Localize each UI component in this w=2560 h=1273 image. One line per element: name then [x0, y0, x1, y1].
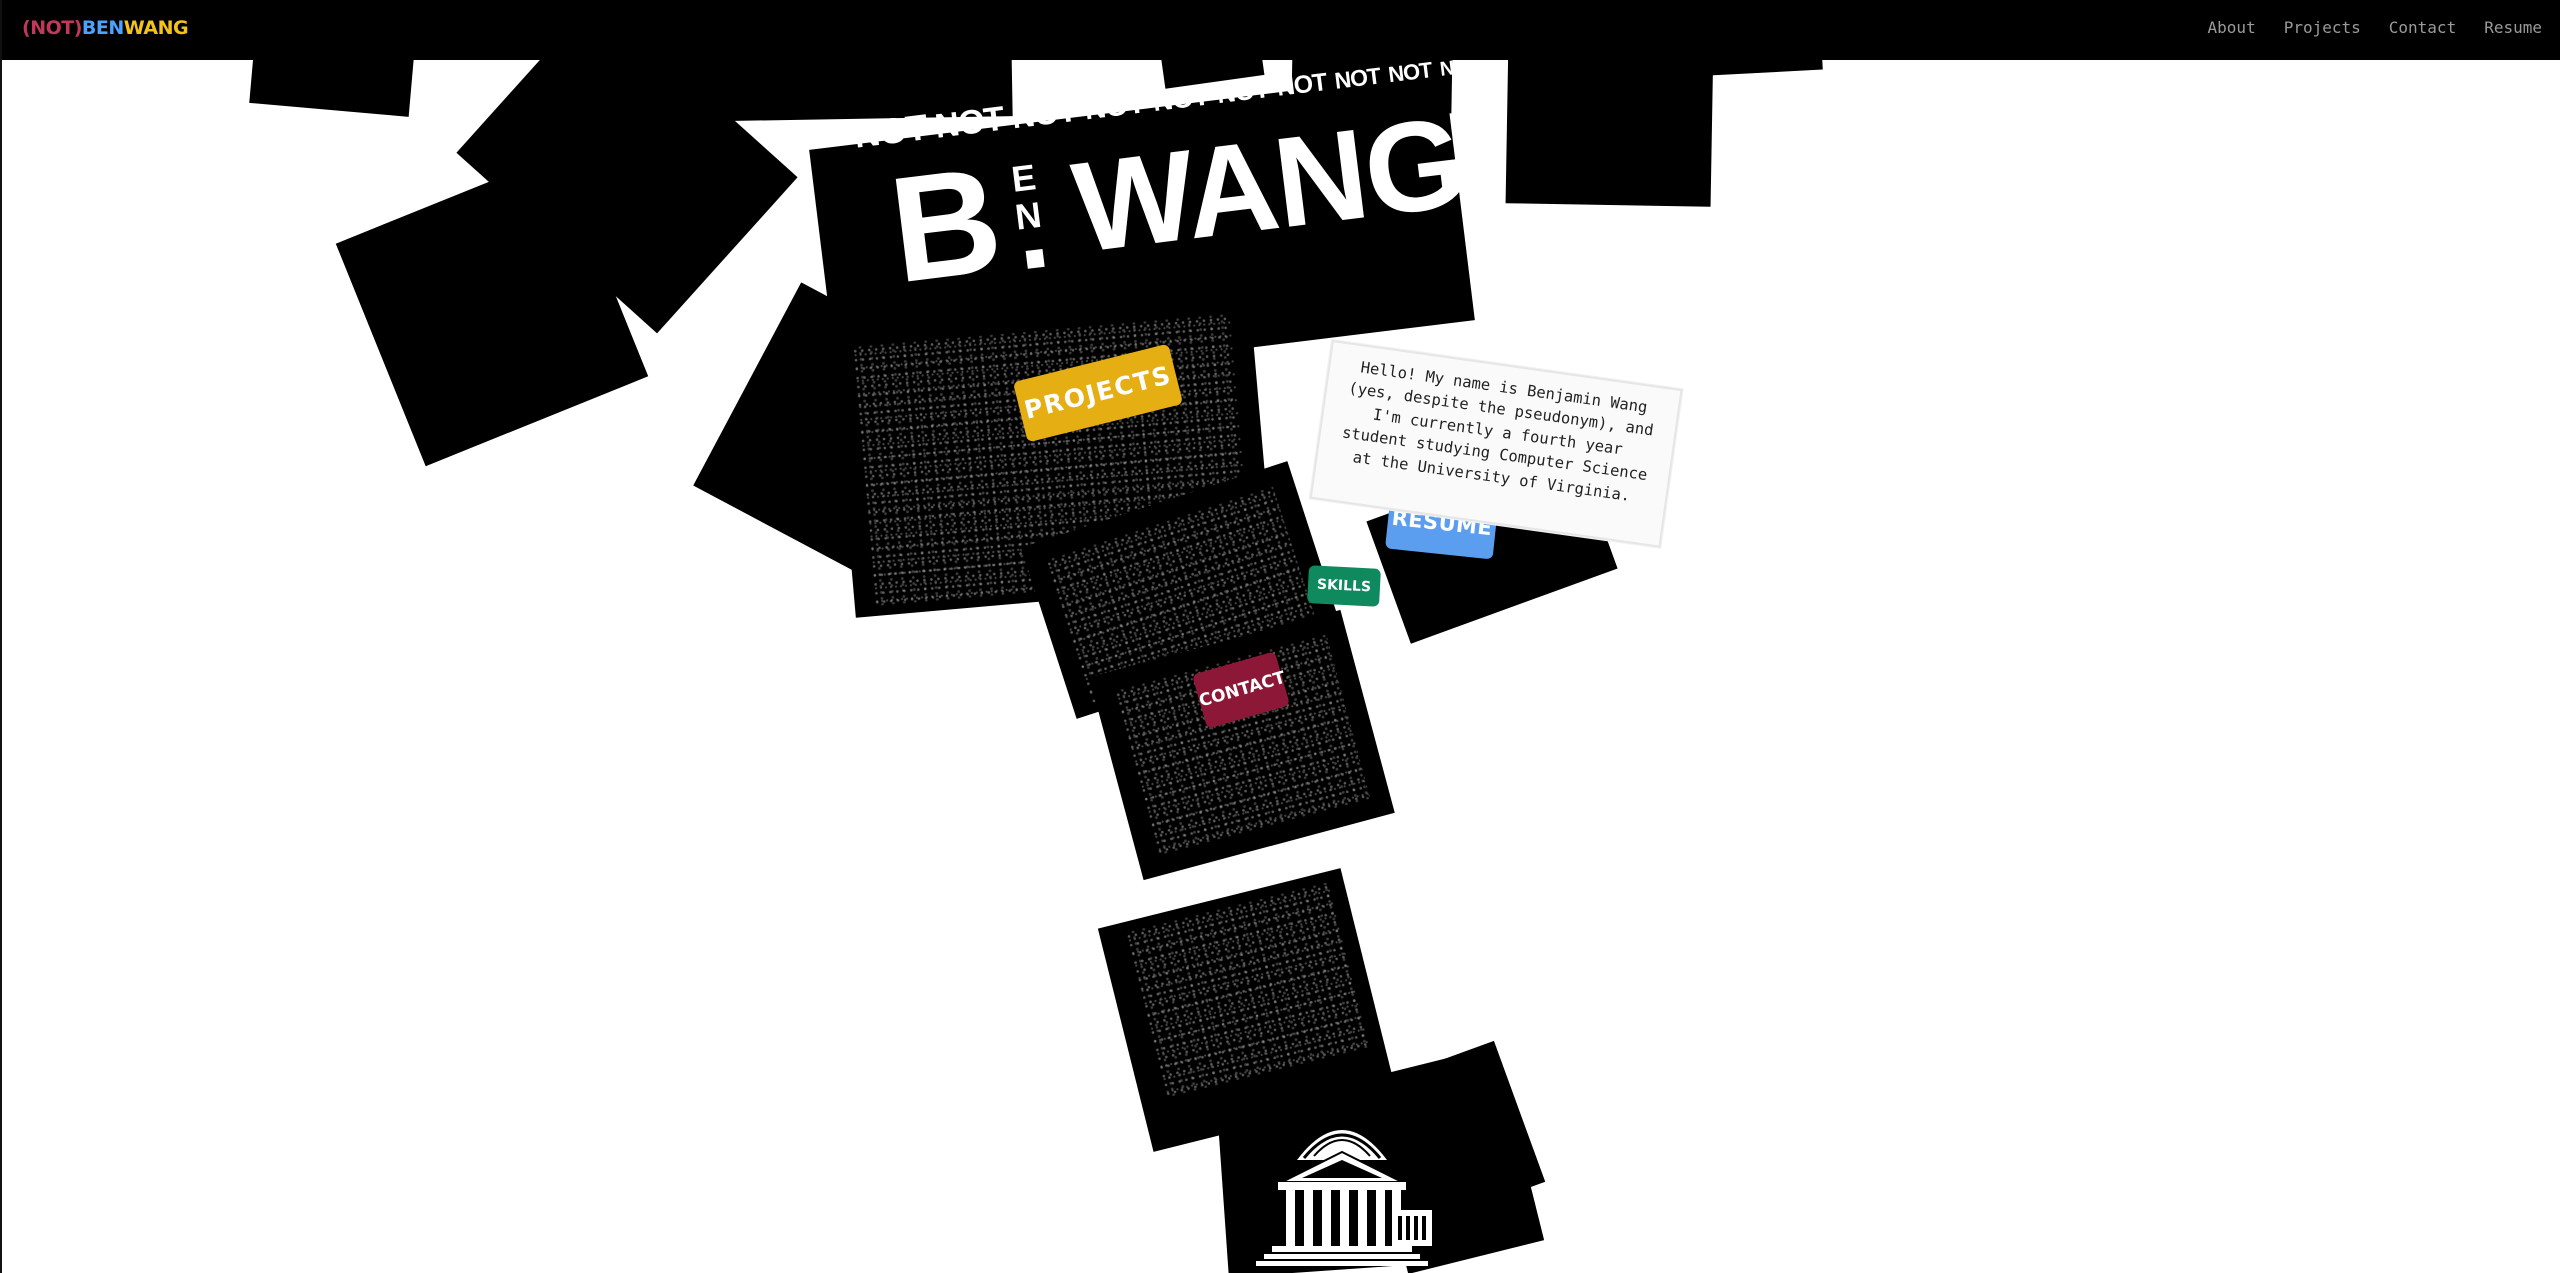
nav-link-projects[interactable]: Projects	[2284, 18, 2361, 37]
brand-paren-close: )	[73, 17, 83, 39]
collage: NOT NOT NOT NOT NOT NOT NOT NOT NOT NOT …	[2, 0, 2560, 1273]
not-word: NOT	[1386, 57, 1434, 88]
brand-ben: BEN	[81, 17, 124, 39]
name-letter-b: B	[881, 134, 1010, 315]
not-word: NOT	[1215, 73, 1271, 110]
main-nav: About Projects Contact Resume	[2208, 18, 2542, 37]
brand-wang: WANG	[123, 17, 189, 39]
nav-link-about[interactable]: About	[2208, 18, 2256, 37]
not-word: NOT	[1275, 68, 1329, 102]
brand-not: NOT	[30, 17, 74, 39]
nav-link-resume[interactable]: Resume	[2484, 18, 2542, 37]
page: (NOT)BENWANG About Projects Contact Resu…	[0, 0, 2560, 1273]
brand-paren-open: (	[22, 17, 31, 39]
not-word: NOT	[1333, 62, 1382, 94]
not-word: NOT	[1150, 79, 1211, 118]
skills-button[interactable]: SKILLS	[1307, 565, 1381, 607]
name-dot: .	[1006, 158, 1057, 296]
not-word: NOT	[1009, 91, 1079, 136]
brand-logo[interactable]: (NOT)BENWANG	[22, 17, 189, 39]
bio-card: Hello! My name is Benjamin Wang (yes, de…	[1309, 340, 1683, 548]
not-word: NOT	[1082, 86, 1147, 127]
top-navigation-bar: (NOT)BENWANG About Projects Contact Resu…	[2, 0, 2560, 60]
rotunda-building-icon	[1256, 1130, 1432, 1266]
nav-link-contact[interactable]: Contact	[2389, 18, 2456, 37]
